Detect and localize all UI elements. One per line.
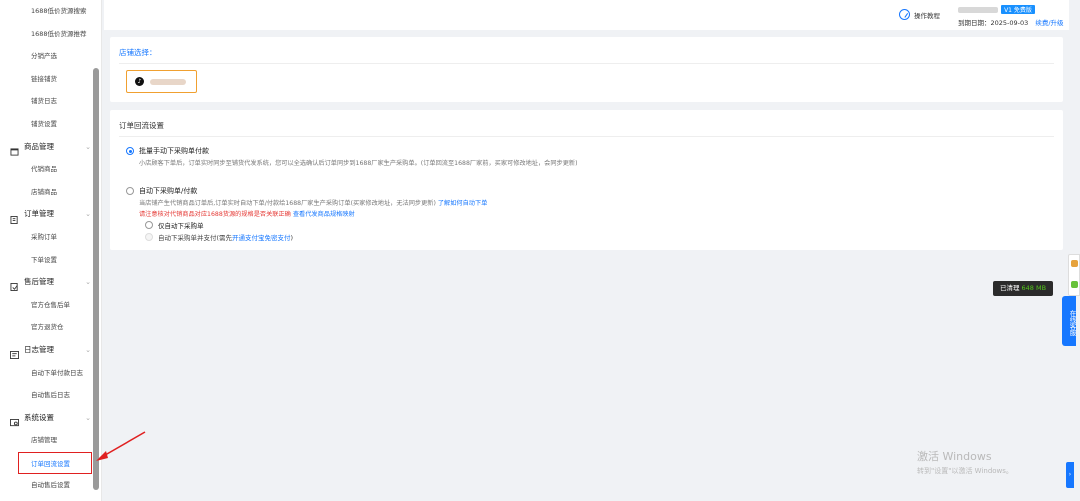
- chevron-down-icon: ⌄: [85, 210, 91, 219]
- shield-icon: [1070, 260, 1078, 267]
- mapping-warning: 请注意核对代销商品对应1688货源的规格是否关联正确 查看代发商品规格映射: [139, 209, 355, 218]
- status-icon: [1070, 281, 1078, 288]
- order-backflow-title: 订单回流设置: [119, 121, 164, 130]
- watermark-line2: 转到"设置"以激活 Windows。: [917, 467, 1013, 475]
- tiktok-icon: ♪: [135, 77, 144, 86]
- mapping-warning-text: 请注意核对代销商品对应1688货源的规格是否关联正确: [139, 211, 291, 218]
- help-icon: [899, 9, 910, 20]
- order-backflow-panel: 订单回流设置 批量手动下采购单付款 小店顾客下单后，订单实时同步至铺货代发系统，…: [110, 110, 1063, 250]
- radio-manual-purchase[interactable]: [126, 147, 134, 155]
- top-bar: 操作教程 V1 免费版 到期日期：2025-09-03 续费/升级: [104, 0, 1069, 30]
- sidebar-item[interactable]: 店铺商品: [0, 181, 101, 204]
- suboption-auto-order-only[interactable]: 仅自动下采购单: [145, 220, 204, 230]
- chevron-down-icon: ⌄: [85, 345, 91, 354]
- memory-cleaned-tooltip: 已清理 648 MB: [993, 281, 1053, 296]
- help-label: 操作教程: [914, 11, 940, 20]
- online-service-button[interactable]: 在线客服: [1062, 296, 1076, 346]
- divider: [119, 136, 1054, 137]
- sidebar-item[interactable]: 铺货日志: [0, 90, 101, 113]
- windows-activation-watermark: 激活 Windows 转到"设置"以激活 Windows。: [917, 448, 1013, 476]
- sidebar-group[interactable]: 售后管理 ⌄: [0, 271, 101, 294]
- sidebar-item-active[interactable]: 订单回流设置: [18, 451, 92, 475]
- sidebar-group[interactable]: 日志管理 ⌄: [0, 339, 101, 362]
- watermark-line1: 激活 Windows: [917, 450, 992, 463]
- expiry-date: 2025-09-03: [990, 19, 1029, 27]
- box-icon: [10, 143, 19, 156]
- sidebar-item[interactable]: 店铺管理: [0, 429, 101, 452]
- sidebar-item[interactable]: 链接铺货: [0, 68, 101, 91]
- memory-prefix: 已清理: [999, 284, 1020, 292]
- suboption-auto-order-pay-text: 自动下采购单并支付(需先: [158, 234, 233, 242]
- option-manual-label: 批量手动下采购单付款: [139, 147, 209, 155]
- radio-auto-order-pay[interactable]: [145, 233, 153, 241]
- suboption-auto-order-pay-label: 自动下采购单并支付(需先开通支付宝免密支付): [158, 232, 293, 242]
- sidebar-scrollbar[interactable]: [93, 68, 99, 490]
- collapse-arrow-button[interactable]: ›: [1066, 462, 1074, 488]
- option-auto-purchase[interactable]: 自动下采购单/付款: [126, 186, 197, 196]
- option-manual-desc: 小店顾客下单后，订单实时同步至铺货代发系统，您可以全选确认后订单同步到1688厂…: [139, 160, 578, 167]
- suboption-auto-order-pay[interactable]: 自动下采购单并支付(需先开通支付宝免密支付): [145, 232, 293, 242]
- sidebar-group-label: 商品管理: [24, 141, 54, 151]
- option-auto-label: 自动下采购单/付款: [139, 187, 198, 195]
- sidebar-item[interactable]: 自动下单付款日志: [0, 362, 101, 385]
- log-icon: [10, 346, 19, 360]
- order-icon: [10, 211, 19, 224]
- account-name-blurred: [958, 6, 998, 13]
- sidebar-group-label: 售后管理: [24, 277, 54, 287]
- sidebar-item[interactable]: 采购订单: [0, 226, 101, 249]
- aftersale-icon: [10, 278, 19, 292]
- sidebar-item[interactable]: 下单设置: [0, 249, 101, 272]
- shop-name-blurred: [150, 78, 186, 85]
- sidebar-item[interactable]: 铺货设置: [0, 113, 101, 136]
- sidebar-menu: 1688低价货源搜索 1688低价货源推荐 分销产选 链接铺货 铺货日志 铺货设置 商品管理…: [0, 0, 101, 497]
- sidebar-item[interactable]: 自动售后设置: [0, 474, 101, 497]
- option-auto-desc-text: 当店铺产生代销商品订单后,订单实时自动下单/付款给1688厂家生产采购订单(买家…: [139, 200, 436, 207]
- sidebar-item[interactable]: 官方退货仓: [0, 316, 101, 339]
- chevron-down-icon: ⌄: [85, 278, 91, 287]
- account-info: V1 免费版 到期日期：2025-09-03 续费/升级: [958, 5, 1064, 27]
- chevron-down-icon: ⌄: [85, 413, 91, 422]
- version-badge: V1 免费版: [1001, 5, 1035, 14]
- sidebar-group[interactable]: 订单管理 ⌄: [0, 203, 101, 226]
- suboption-suffix: ): [290, 234, 294, 242]
- shop-chip[interactable]: ♪: [126, 70, 197, 93]
- radio-auto-purchase[interactable]: [126, 187, 134, 195]
- floating-toolbar[interactable]: [1068, 254, 1080, 296]
- sidebar-group-label: 订单管理: [24, 209, 54, 219]
- expiry-label: 到期日期：: [958, 19, 991, 27]
- renew-upgrade-link[interactable]: 续费/升级: [1035, 19, 1063, 27]
- learn-auto-order-link[interactable]: 了解如何自动下单: [438, 200, 488, 207]
- sidebar-group-label: 系统设置: [24, 412, 54, 422]
- enable-alipay-nopwd-link[interactable]: 开通支付宝免密支付: [232, 234, 291, 242]
- chevron-down-icon: ⌄: [85, 142, 91, 151]
- sidebar-item[interactable]: 分销产选: [0, 45, 101, 68]
- sidebar-item[interactable]: 1688低价货源搜索: [0, 0, 101, 23]
- shop-select-title: 店铺选择：: [119, 48, 157, 57]
- option-auto-desc: 当店铺产生代销商品订单后,订单实时自动下单/付款给1688厂家生产采购订单(买家…: [139, 198, 487, 207]
- help-tutorial-button[interactable]: 操作教程: [899, 9, 940, 20]
- sidebar-item[interactable]: 自动售后日志: [0, 384, 101, 407]
- sidebar-group[interactable]: 系统设置 ⌄: [0, 407, 101, 430]
- sidebar-group[interactable]: 商品管理 ⌄: [0, 136, 101, 159]
- option-manual-purchase[interactable]: 批量手动下采购单付款: [126, 146, 209, 156]
- shop-select-panel: 店铺选择： ♪: [110, 37, 1063, 102]
- sidebar-item[interactable]: 1688低价货源推荐: [0, 23, 101, 46]
- sidebar-item[interactable]: 官方仓售后单: [0, 294, 101, 317]
- sidebar-group-label: 日志管理: [24, 344, 54, 354]
- memory-value: 648 MB: [1021, 284, 1047, 292]
- suboption-auto-order-only-label: 仅自动下采购单: [158, 222, 204, 230]
- settings-icon: [10, 414, 19, 427]
- sidebar-item[interactable]: 代销商品: [0, 158, 101, 181]
- sidebar: 1688低价货源搜索 1688低价货源推荐 分销产选 链接铺货 铺货日志 铺货设置 商品管理…: [0, 0, 102, 501]
- divider: [119, 63, 1054, 64]
- radio-auto-order-only[interactable]: [145, 221, 153, 229]
- view-spec-mapping-link[interactable]: 查看代发商品规格映射: [293, 211, 355, 218]
